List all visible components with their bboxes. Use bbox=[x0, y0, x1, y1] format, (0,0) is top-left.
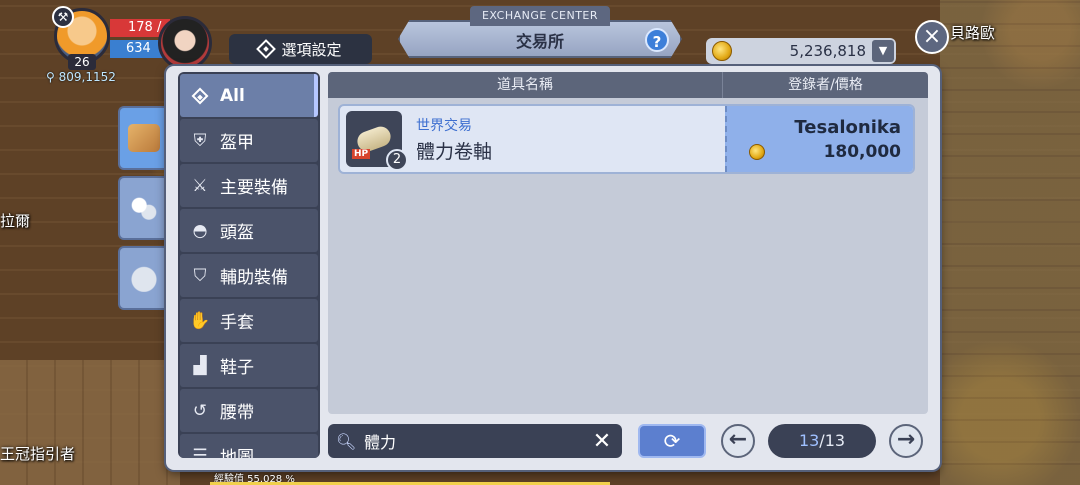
glove-icon: ✋ bbox=[189, 310, 211, 331]
world-npc-label-bottom: 王冠指引者 bbox=[0, 445, 76, 463]
options-button[interactable]: 選項設定 bbox=[229, 34, 372, 64]
tab-exchange[interactable] bbox=[118, 106, 168, 170]
item-category: 世界交易 bbox=[416, 117, 472, 134]
item-name: 體力卷軸 bbox=[416, 140, 493, 163]
category-label: All bbox=[220, 85, 245, 106]
tab-trade[interactable] bbox=[118, 176, 168, 240]
shield-icon: ⛉ bbox=[193, 265, 207, 286]
map-icon: ☰ bbox=[192, 445, 208, 459]
category-label: 手套 bbox=[220, 313, 254, 333]
world-path-right bbox=[940, 0, 1080, 485]
player-coords: ⚲ 809,1152 bbox=[46, 70, 116, 84]
search-input[interactable]: 🔍︎ 體力 ✕ bbox=[328, 424, 622, 458]
item-price: 180,000 bbox=[823, 141, 901, 162]
refresh-icon: ⟳ bbox=[663, 429, 681, 453]
category-label: 鞋子 bbox=[220, 358, 254, 378]
prev-page-button[interactable]: ← bbox=[721, 424, 755, 458]
table-header: 道具名稱 登錄者/價格 bbox=[328, 72, 928, 98]
category-helmet[interactable]: ◓ 頭盔 bbox=[180, 209, 318, 252]
item-table: 道具名稱 登錄者/價格 HP 2 世界交易 體力卷軸 Tesalonika 18… bbox=[328, 72, 928, 414]
sword-icon: ⚔ bbox=[192, 175, 208, 196]
item-quantity: 2 bbox=[386, 149, 408, 171]
search-icon: 🔍︎ bbox=[336, 431, 357, 451]
helmet-icon: ◓ bbox=[192, 220, 208, 241]
search-value[interactable]: 體力 bbox=[358, 429, 590, 453]
category-armor[interactable]: ⛨ 盔甲 bbox=[180, 119, 318, 162]
next-page-button[interactable]: → bbox=[889, 424, 923, 458]
category-label: 主要裝備 bbox=[220, 178, 288, 198]
help-button[interactable]: ? bbox=[645, 28, 669, 52]
category-label: 腰帶 bbox=[220, 403, 254, 423]
world-npc-label-right: 貝路歐 bbox=[950, 24, 996, 42]
coords-value: 809,1152 bbox=[58, 70, 116, 84]
row-seller-info: Tesalonika 180,000 bbox=[725, 106, 913, 172]
bag-icon bbox=[128, 264, 160, 292]
category-label: 地圖 bbox=[220, 448, 254, 458]
refresh-button[interactable]: ⟳ bbox=[638, 424, 706, 458]
category-map[interactable]: ☰ 地圖 bbox=[180, 434, 318, 458]
arrow-left-icon: ← bbox=[728, 427, 748, 452]
wrench-icon[interactable]: ⚒ bbox=[52, 6, 74, 28]
column-seller-price: 登錄者/價格 bbox=[788, 77, 863, 93]
world-path bbox=[0, 360, 180, 485]
swap-icon bbox=[128, 194, 160, 222]
category-shoes[interactable]: ▟ 鞋子 bbox=[180, 344, 318, 387]
column-item-name: 道具名稱 bbox=[328, 72, 723, 98]
total-pages: /13 bbox=[819, 431, 846, 450]
diamond-icon bbox=[190, 86, 210, 106]
party-member-avatar[interactable] bbox=[158, 16, 212, 70]
category-main-weapon[interactable]: ⚔ 主要裝備 bbox=[180, 164, 318, 207]
gold-amount: 5,236,818 bbox=[789, 42, 866, 60]
arrow-right-icon: → bbox=[896, 427, 916, 452]
coin-icon bbox=[749, 143, 765, 160]
page-indicator: 13/13 bbox=[768, 424, 876, 458]
box-icon bbox=[128, 124, 160, 152]
armor-icon: ⛨ bbox=[193, 130, 207, 151]
category-label: 盔甲 bbox=[220, 133, 254, 153]
coin-icon bbox=[712, 41, 732, 61]
close-button[interactable]: × bbox=[915, 20, 949, 54]
boot-icon: ▟ bbox=[193, 355, 207, 376]
category-all[interactable]: All bbox=[180, 74, 318, 117]
diamond-icon bbox=[256, 39, 277, 59]
price-line: 180,000 bbox=[749, 142, 901, 162]
seller-name: Tesalonika bbox=[794, 116, 901, 138]
category-belt[interactable]: ↺ 腰帶 bbox=[180, 389, 318, 432]
tab-bag[interactable] bbox=[118, 246, 168, 310]
table-row[interactable]: HP 2 世界交易 體力卷軸 Tesalonika 180,000 bbox=[338, 104, 915, 174]
item-texts: 世界交易 體力卷軸 bbox=[416, 115, 492, 164]
chevron-down-icon[interactable]: ▼ bbox=[872, 40, 894, 62]
player-level: 26 bbox=[68, 54, 96, 70]
category-label: 輔助裝備 bbox=[220, 268, 288, 288]
hp-tag: HP bbox=[352, 149, 371, 159]
close-icon[interactable]: ✕ bbox=[590, 429, 614, 454]
window-title: 交易所 bbox=[515, 32, 564, 51]
category-label: 頭盔 bbox=[220, 223, 254, 243]
category-gloves[interactable]: ✋ 手套 bbox=[180, 299, 318, 342]
current-page: 13 bbox=[798, 431, 820, 450]
window-subtitle: EXCHANGE CENTER bbox=[470, 6, 610, 26]
category-sub-weapon[interactable]: ⛉ 輔助裝備 bbox=[180, 254, 318, 297]
scroll-icon: HP 2 bbox=[346, 111, 408, 171]
world-npc-label-left: 拉爾 bbox=[0, 212, 31, 230]
options-label: 選項設定 bbox=[281, 40, 342, 59]
row-item-info: HP 2 世界交易 體力卷軸 bbox=[340, 106, 725, 172]
belt-icon: ↺ bbox=[192, 400, 208, 421]
category-list: All ⛨ 盔甲 ⚔ 主要裝備 ◓ 頭盔 ⛉ 輔助裝備 ✋ 手套 ▟ 鞋子 ↺ … bbox=[178, 72, 320, 458]
gold-display: 5,236,818 ▼ bbox=[706, 38, 896, 64]
